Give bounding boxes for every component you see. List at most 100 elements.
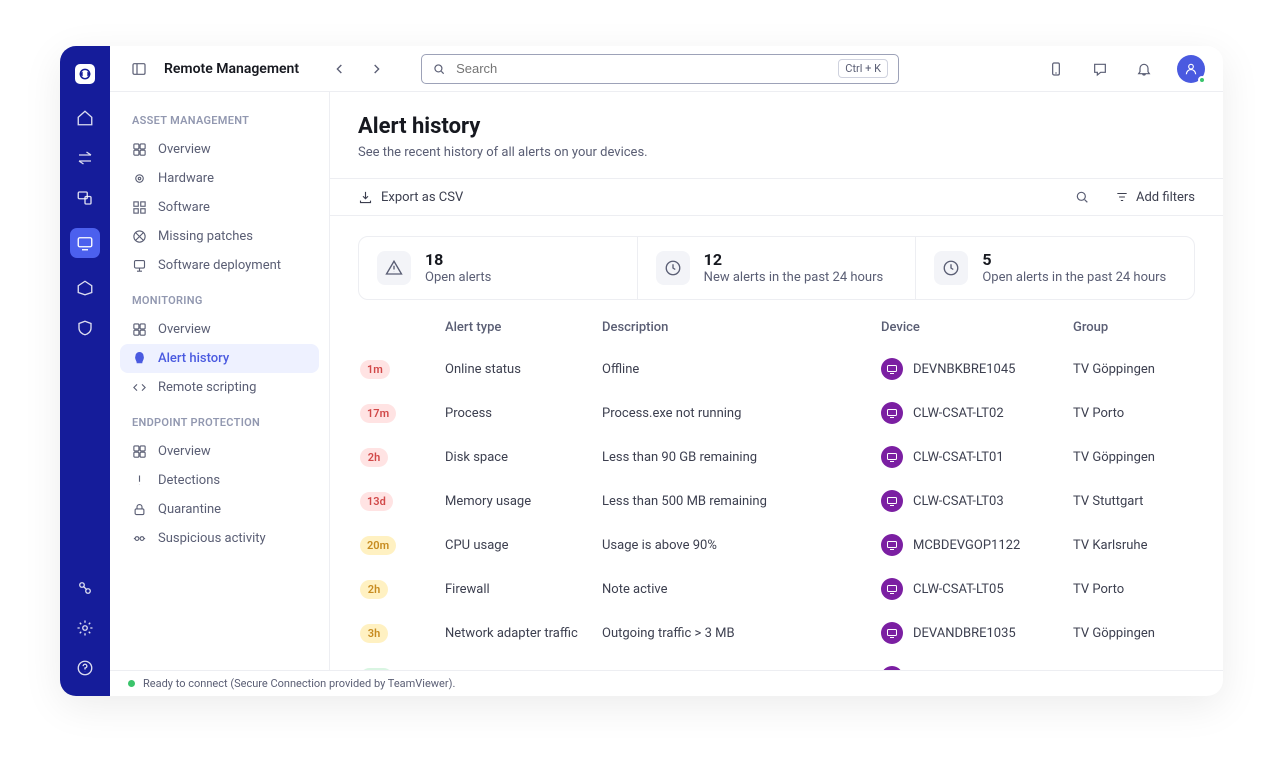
sidebar-item-overview[interactable]: Overview: [120, 315, 319, 344]
cell-description: Less than 90 GB remaining: [602, 450, 881, 465]
table-row[interactable]: 13dMemory usageLess than 500 MB remainin…: [330, 479, 1223, 523]
table-wrap: Alert type Description Device Group 1mOn…: [330, 308, 1223, 670]
sidebar-item-overview[interactable]: Overview: [120, 135, 319, 164]
search-input[interactable]: Ctrl + K: [421, 54, 899, 84]
sidebar-item-label: Alert history: [158, 351, 229, 366]
cell-alert-type: CPU usage: [445, 538, 602, 553]
table-row[interactable]: 17mProcessProcess.exe not runningCLW-CSA…: [330, 391, 1223, 435]
search-alerts-icon[interactable]: [1071, 186, 1093, 208]
stat-card: 18Open alerts: [359, 237, 638, 299]
cell-description: Offline: [602, 362, 881, 377]
sidebar-item-label: Remote scripting: [158, 380, 256, 395]
sidebar-item-quarantine[interactable]: Quarantine: [120, 495, 319, 524]
stat-icon: [934, 251, 968, 285]
settings-icon[interactable]: [75, 618, 95, 638]
add-filters-button[interactable]: Add filters: [1115, 190, 1195, 205]
cell-device: MCBDEVGOP1122: [881, 534, 1073, 556]
sidebar-item-label: Hardware: [158, 171, 214, 186]
main: Alert history See the recent history of …: [330, 92, 1223, 670]
device-icon: [881, 622, 903, 644]
sidebar-item-software-deployment[interactable]: Software deployment: [120, 251, 319, 280]
th-group[interactable]: Group: [1073, 320, 1193, 335]
cell-description: Less than 500 MB remaining: [602, 494, 881, 509]
sidebar-item-detections[interactable]: Detections: [120, 466, 319, 495]
stat-label: Open alerts in the past 24 hours: [982, 270, 1166, 285]
nav-forward-icon[interactable]: [365, 58, 387, 80]
page-header: Alert history See the recent history of …: [330, 92, 1223, 178]
sidebar: ASSET MANAGEMENT Overview Hardware Software…: [110, 92, 330, 670]
tag-icon[interactable]: [75, 278, 95, 298]
export-csv-button[interactable]: Export as CSV: [358, 190, 463, 205]
user-icon: [1184, 62, 1198, 76]
device-icon[interactable]: [1045, 58, 1067, 80]
app-logo[interactable]: [75, 64, 95, 84]
cell-device: CLW-CSAT-LT05: [881, 578, 1073, 600]
sidebar-item-remote-scripting[interactable]: Remote scripting: [120, 373, 319, 402]
help-icon[interactable]: [75, 658, 95, 678]
notifications-icon[interactable]: [1133, 58, 1155, 80]
app-window: Remote Management Ctrl + K: [60, 46, 1223, 696]
sidebar-section-title: ASSET MANAGEMENT: [120, 114, 319, 135]
cell-alert-type: Firewall: [445, 582, 602, 597]
status-dot: [128, 680, 135, 687]
sidebar-item-suspicious-activity[interactable]: Suspicious activity: [120, 524, 319, 553]
time-badge: 3h: [360, 624, 388, 643]
cell-group: TV Karlsruhe: [1073, 538, 1193, 553]
cell-device: DEVNBKBRE1045: [881, 358, 1073, 380]
cell-device: DEVANDBRE1035: [881, 622, 1073, 644]
cell-group: TV Stuttgart: [1073, 494, 1193, 509]
table-row[interactable]: 20m CPU usageUsage is above 90%MCBDEVGOP1…: [330, 523, 1223, 567]
sidebar-item-label: Quarantine: [158, 502, 221, 517]
stats-row: 18Open alerts 12New alerts in the past 24…: [358, 236, 1195, 300]
icon-rail: [60, 46, 110, 696]
sidebar-item-label: Suspicious activity: [158, 531, 266, 546]
sidebar-item-missing-patches[interactable]: Missing patches: [120, 222, 319, 251]
th-description[interactable]: Description: [602, 320, 881, 335]
panel-toggle-icon[interactable]: [128, 58, 150, 80]
table-row[interactable]: 2hFirewallNote activeCLW-CSAT-LT05TV Por…: [330, 567, 1223, 611]
sidebar-item-alert-history[interactable]: Alert history: [120, 344, 319, 373]
chat-icon[interactable]: [1089, 58, 1111, 80]
cell-group: TV Göppingen: [1073, 450, 1193, 465]
sidebar-item-software[interactable]: Software: [120, 193, 319, 222]
sidebar-item-label: Software: [158, 200, 210, 215]
sidebar-item-hardware[interactable]: Hardware: [120, 164, 319, 193]
avatar[interactable]: [1177, 55, 1205, 83]
device-icon: [881, 402, 903, 424]
shield-icon[interactable]: [75, 318, 95, 338]
stat-value: 12: [704, 251, 884, 269]
table-row[interactable]: 11d31256OfflineCLW-CSAT-LT07TV Porto: [330, 655, 1223, 670]
cell-alert-type: Disk space: [445, 450, 602, 465]
filter-icon: [1115, 190, 1129, 204]
page-subtitle: See the recent history of all alerts on …: [358, 145, 1195, 160]
table-row[interactable]: 1mOnline statusOfflineDEVNBKBRE1045TV Gö…: [330, 347, 1223, 391]
device-icon: [881, 534, 903, 556]
cell-alert-type: Memory usage: [445, 494, 602, 509]
stat-icon: [656, 251, 690, 285]
th-alert-type[interactable]: Alert type: [445, 320, 602, 335]
sync-icon[interactable]: [75, 148, 95, 168]
time-badge: 2h: [360, 448, 388, 467]
cell-alert-type: Process: [445, 406, 602, 421]
search-field[interactable]: [456, 61, 828, 76]
nav-back-icon[interactable]: [329, 58, 351, 80]
sidebar-section-title: MONITORING: [120, 294, 319, 315]
table-row[interactable]: 3h Network adapter trafficOutgoing traffi…: [330, 611, 1223, 655]
search-kbd: Ctrl + K: [838, 59, 888, 78]
cell-description: Usage is above 90%: [602, 538, 881, 553]
th-device[interactable]: Device: [881, 320, 1073, 335]
integrations-icon[interactable]: [75, 578, 95, 598]
sidebar-item-label: Overview: [158, 142, 211, 157]
sidebar-item-overview[interactable]: Overview: [120, 437, 319, 466]
search-icon: [432, 62, 446, 76]
cell-alert-type: Network adapter traffic: [445, 626, 602, 641]
stat-label: New alerts in the past 24 hours: [704, 270, 884, 285]
cell-description: Process.exe not running: [602, 406, 881, 421]
home-icon[interactable]: [75, 108, 95, 128]
devices-icon[interactable]: [75, 188, 95, 208]
cell-description: Outgoing traffic > 3 MB: [602, 626, 881, 641]
stat-value: 18: [425, 251, 491, 269]
remote-management-icon[interactable]: [70, 228, 100, 258]
table-row[interactable]: 2hDisk spaceLess than 90 GB remainingCLW…: [330, 435, 1223, 479]
time-badge: 20m: [360, 536, 396, 555]
